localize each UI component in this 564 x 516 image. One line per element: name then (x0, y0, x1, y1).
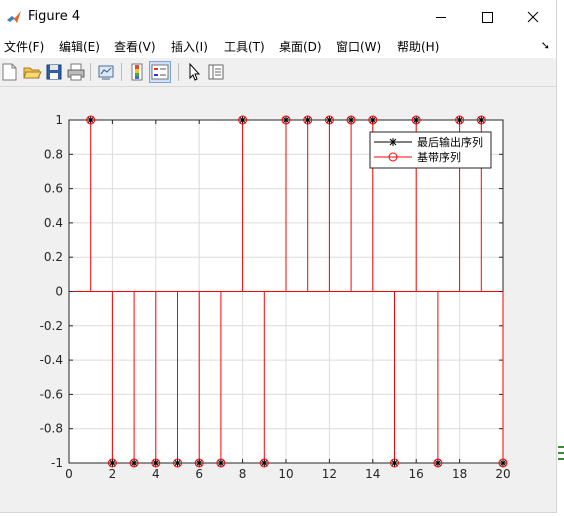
menu-bar: 文件(F) 编辑(E) 查看(V) 插入(I) 工具(T) 桌面(D) 窗口(W… (0, 34, 556, 58)
x-tick-label: 10 (278, 467, 293, 481)
close-icon (527, 11, 539, 23)
edit-plot-icon[interactable] (184, 62, 204, 82)
x-tick-label: 18 (452, 467, 467, 481)
y-tick-label: 0.6 (44, 182, 63, 196)
maximize-icon (482, 12, 493, 23)
close-button[interactable] (510, 0, 556, 34)
menu-insert[interactable]: 插入(I) (171, 38, 208, 55)
menu-desktop[interactable]: 桌面(D) (279, 38, 322, 55)
figure-toolbar (0, 58, 556, 87)
menu-window[interactable]: 窗口(W) (336, 38, 381, 55)
x-tick-label: 4 (152, 467, 160, 481)
window-title: Figure 4 (28, 9, 81, 24)
new-figure-icon[interactable] (0, 62, 20, 82)
open-file-icon[interactable] (22, 62, 42, 82)
toolbar-separator (90, 63, 91, 81)
property-inspector-icon[interactable] (206, 62, 226, 82)
edge-marker (558, 458, 564, 460)
save-icon[interactable] (44, 62, 64, 82)
minimize-button[interactable] (418, 0, 464, 34)
legend-label-series2: 基带序列 (417, 150, 461, 164)
x-tick-label: 20 (495, 467, 510, 481)
y-tick-label: 0.8 (44, 147, 63, 161)
x-tick-label: 12 (322, 467, 337, 481)
x-tick-label: 6 (195, 467, 203, 481)
y-tick-label: 1 (55, 113, 63, 127)
title-bar: Figure 4 (0, 0, 556, 34)
legend-marker-series1 (389, 138, 397, 146)
menu-view[interactable]: 查看(V) (114, 38, 156, 55)
x-tick-label: 14 (365, 467, 380, 481)
y-tick-label: -0.2 (40, 319, 63, 333)
menu-tools[interactable]: 工具(T) (224, 38, 265, 55)
y-tick-label: 0.4 (44, 216, 63, 230)
link-plot-icon[interactable] (96, 62, 116, 82)
x-tick-label: 8 (239, 467, 247, 481)
y-tick-label: -0.6 (40, 387, 63, 401)
menu-edit[interactable]: 编辑(E) (59, 38, 100, 55)
edge-marker (558, 452, 564, 454)
x-tick-label: 0 (65, 467, 73, 481)
x-tick-label: 16 (409, 467, 424, 481)
dock-arrow-icon[interactable]: ➘ (541, 39, 550, 52)
print-icon[interactable] (66, 62, 86, 82)
matlab-logo-icon (7, 11, 21, 23)
y-tick-label: -0.8 (40, 422, 63, 436)
y-tick-label: -0.4 (40, 353, 63, 367)
insert-legend-icon[interactable] (149, 61, 171, 83)
toolbar-separator (121, 63, 122, 81)
y-tick-label: 0 (55, 285, 63, 299)
stem-chart[interactable]: 0 2 4 6 8 10 12 14 16 18 20 1 0.8 0.6 0.4 0.2 0 -0.2 -0.4 -… (0, 87, 556, 512)
y-tick-label: -1 (51, 456, 63, 470)
maximize-button[interactable] (464, 0, 510, 34)
insert-colorbar-icon[interactable] (128, 62, 148, 82)
y-tick-label: 0.2 (44, 250, 63, 264)
menu-help[interactable]: 帮助(H) (397, 38, 439, 55)
plot-area: 0 2 4 6 8 10 12 14 16 18 20 1 0.8 0.6 0.4 0.2 0 -0.2 -0.4 -… (0, 87, 556, 512)
edge-marker (558, 446, 564, 448)
figure-window: Figure 4 文件(F) 编辑(E) 查看(V) 插入(I) 工具(T) 桌… (0, 0, 557, 513)
minimize-icon (436, 17, 446, 18)
x-tick-label: 2 (109, 467, 117, 481)
legend-label-series1: 最后输出序列 (417, 135, 483, 149)
menu-file[interactable]: 文件(F) (4, 38, 44, 55)
toolbar-separator (178, 63, 179, 81)
